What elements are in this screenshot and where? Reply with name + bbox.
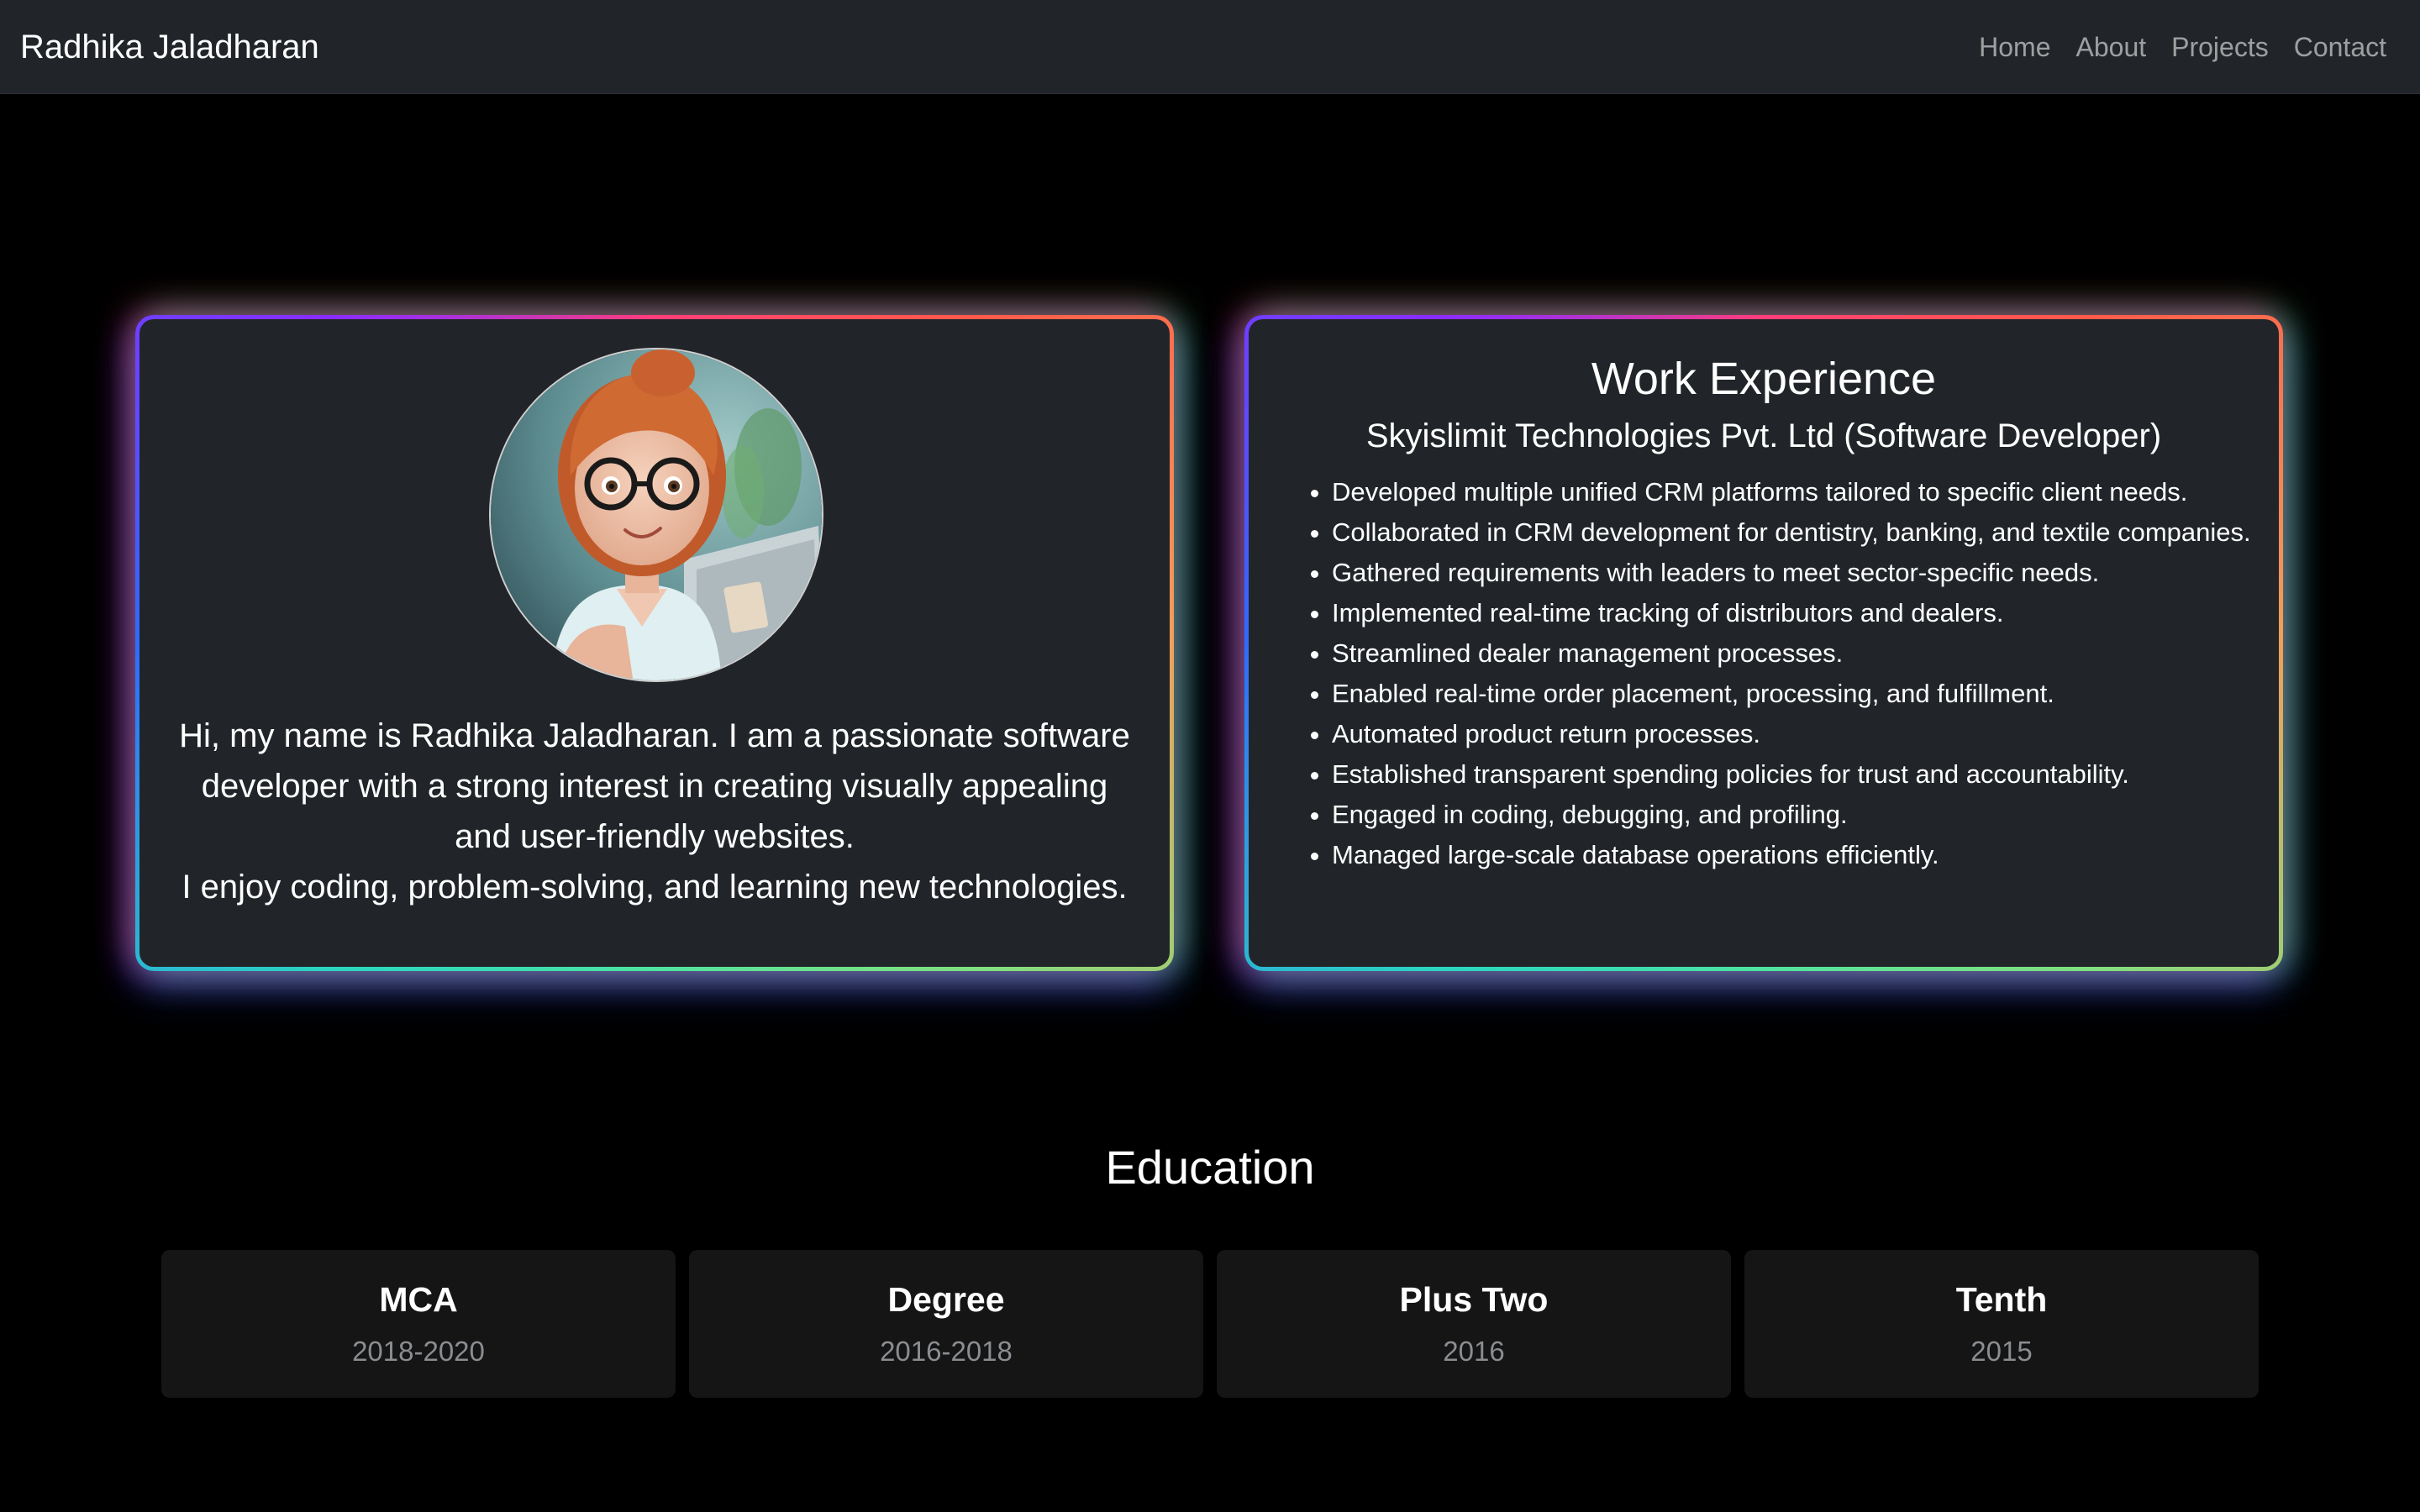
avatar-illustration-icon	[491, 349, 822, 680]
list-item: Enabled real-time order placement, proce…	[1332, 674, 2265, 714]
about-intro: Hi, my name is Radhika Jaladharan. I am …	[179, 717, 1130, 855]
company-title: Skyislimit Technologies Pvt. Ltd (Softwa…	[1365, 417, 2162, 454]
about-text: Hi, my name is Radhika Jaladharan. I am …	[173, 711, 1136, 912]
nav-link-home[interactable]: Home	[1979, 28, 2050, 66]
education-title: Plus Two	[1399, 1280, 1549, 1319]
education-card-degree: Degree 2016-2018	[689, 1250, 1203, 1398]
list-item: Established transparent spending policie…	[1332, 754, 2265, 795]
education-title: Tenth	[1955, 1280, 2048, 1319]
education-title: MCA	[379, 1280, 458, 1319]
nav-links: Home About Projects Contact	[1979, 28, 2386, 66]
education-years: 2015	[1970, 1336, 2033, 1367]
education-card-tenth: Tenth 2015	[1744, 1250, 2259, 1398]
nav-link-about[interactable]: About	[2076, 28, 2147, 66]
list-item: Gathered requirements with leaders to me…	[1332, 553, 2265, 593]
education-years: 2016	[1443, 1336, 1505, 1367]
nav-link-projects[interactable]: Projects	[2171, 28, 2269, 66]
profile-avatar	[489, 348, 823, 682]
education-years: 2018-2020	[352, 1336, 485, 1367]
education-title: Degree	[887, 1280, 1005, 1319]
list-item: Streamlined dealer management processes.	[1332, 633, 2265, 674]
brand-link[interactable]: Radhika Jaladharan	[20, 26, 319, 68]
nav-link-contact[interactable]: Contact	[2294, 28, 2386, 66]
navbar: Radhika Jaladharan Home About Projects C…	[0, 0, 2420, 94]
about-hobbies: I enjoy coding, problem-solving, and lea…	[182, 869, 1128, 906]
education-card-plus-two: Plus Two 2016	[1217, 1250, 1731, 1398]
list-item: Developed multiple unified CRM platforms…	[1332, 472, 2265, 512]
work-experience-card: Work Experience Skyislimit Technologies …	[1244, 315, 2283, 971]
list-item: Implemented real-time tracking of distri…	[1332, 593, 2265, 633]
about-card: Hi, my name is Radhika Jaladharan. I am …	[135, 315, 1174, 971]
list-item: Engaged in coding, debugging, and profil…	[1332, 795, 2265, 835]
education-heading: Education	[1105, 1141, 1315, 1194]
list-item: Automated product return processes.	[1332, 714, 2265, 754]
education-card-mca: MCA 2018-2020	[161, 1250, 676, 1398]
list-item: Managed large-scale database operations …	[1332, 835, 2265, 875]
education-years: 2016-2018	[880, 1336, 1013, 1367]
work-points-list: Developed multiple unified CRM platforms…	[1332, 472, 2265, 875]
list-item: Collaborated in CRM development for dent…	[1332, 512, 2265, 553]
work-experience-title: Work Experience	[1591, 354, 1937, 404]
